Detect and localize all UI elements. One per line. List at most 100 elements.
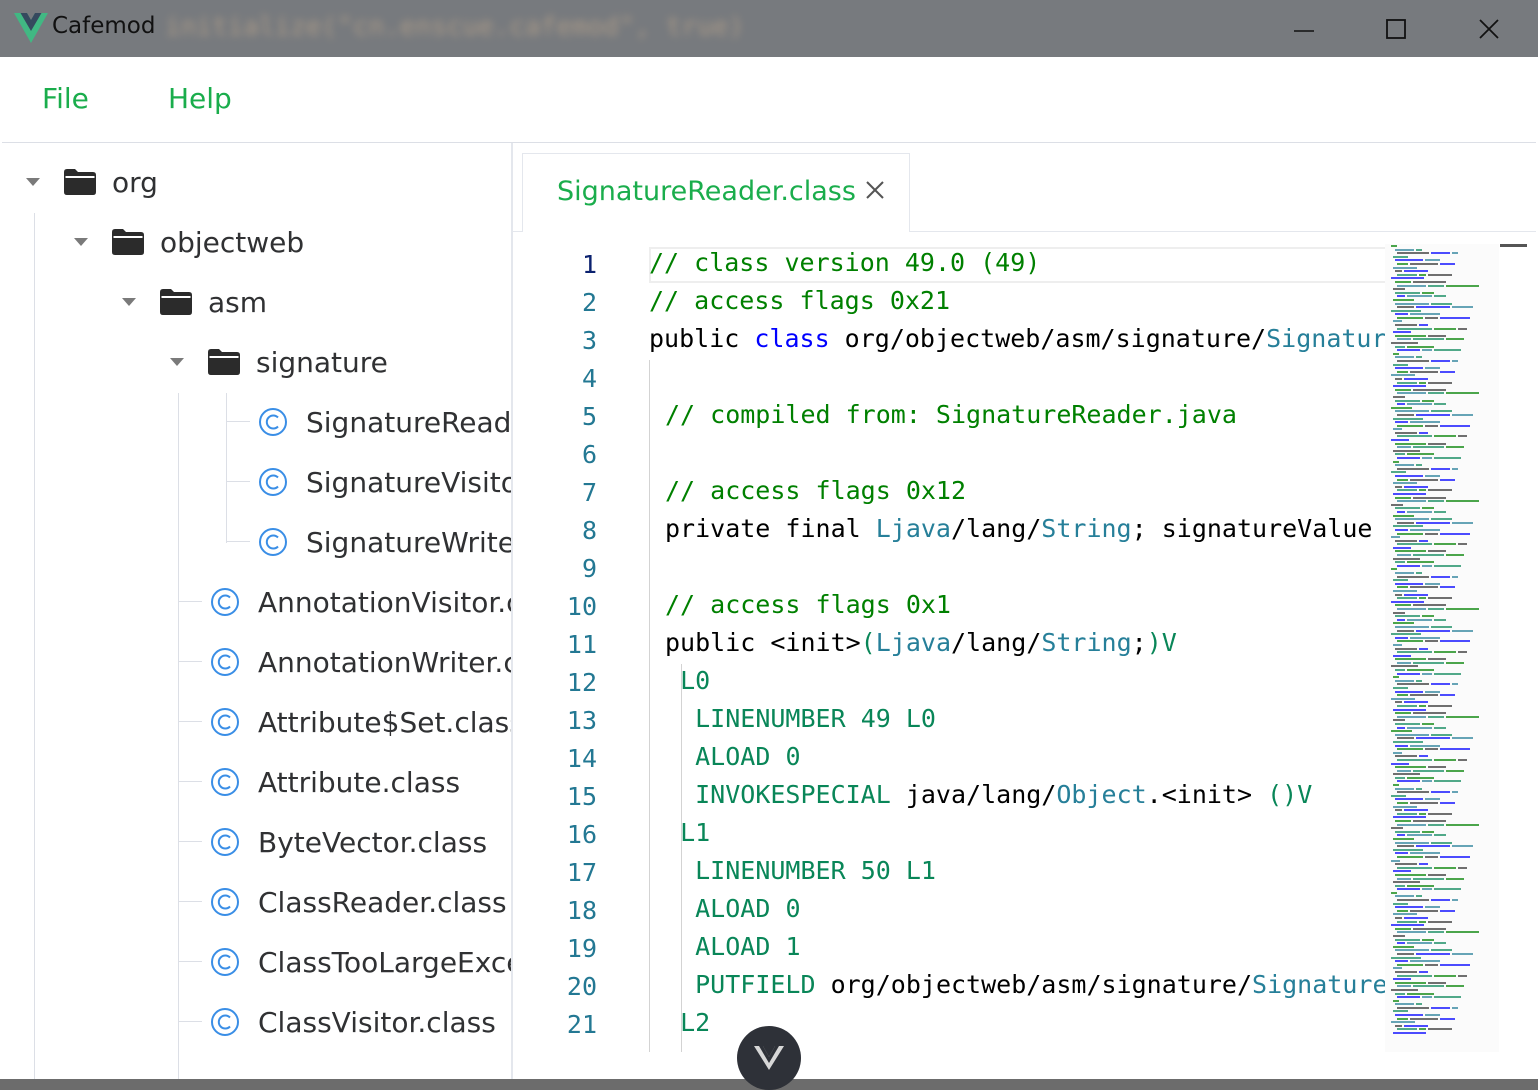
minimap-segment: [1397, 262, 1408, 265]
tree-guide-line: [226, 393, 227, 543]
minimap-segment: [1395, 809, 1402, 812]
close-button[interactable]: [1443, 0, 1535, 57]
tree-file[interactable]: ClassVisitor.class: [210, 997, 496, 1047]
minimap-segment: [1458, 543, 1467, 546]
tree-label: Attribute$Set.class: [258, 705, 513, 739]
tree-file[interactable]: SignatureReader.class: [258, 397, 512, 447]
minimap-segment: [1413, 877, 1444, 880]
tree-file[interactable]: SignatureWriter.class: [258, 517, 511, 567]
maximize-button[interactable]: [1350, 0, 1442, 57]
minimap-segment: [1397, 467, 1429, 470]
code-line: PUTFIELD org/objectweb/asm/signature/Sig…: [695, 970, 1385, 999]
minimap-segment: [1397, 413, 1414, 416]
folder-icon: [64, 169, 96, 195]
code-line: // access flags 0x1: [665, 590, 951, 619]
menu-help[interactable]: Help: [168, 82, 232, 115]
minimap-segment: [1397, 478, 1408, 481]
minimap-segment: [1397, 575, 1429, 578]
title-bar[interactable]: initialize("cn.enscue.cafemod", true) Ca…: [0, 0, 1538, 57]
minimap-segment: [1395, 367, 1423, 370]
caret-down-icon[interactable]: [26, 178, 40, 186]
tree-folder-org[interactable]: org: [26, 157, 158, 207]
minimap-segment: [1395, 755, 1417, 758]
tree-file[interactable]: Attribute.class: [210, 757, 460, 807]
minimap-segment: [1416, 845, 1450, 848]
minimap-segment: [1419, 755, 1428, 758]
minimap-segment: [1397, 877, 1411, 880]
minimap-segment: [1395, 776, 1405, 779]
minimap-segment: [1397, 370, 1408, 373]
tree-file[interactable]: ClassTooLargeException.class: [210, 937, 511, 987]
tree-file[interactable]: ClassReader.class: [210, 877, 507, 927]
minimap-segment: [1419, 647, 1428, 650]
close-icon: [1479, 18, 1499, 39]
minimap-segment: [1397, 715, 1426, 718]
minimap-segment: [1391, 988, 1418, 991]
minimap-segment: [1434, 651, 1456, 654]
minimap-segment: [1419, 324, 1428, 327]
minimap-segment: [1397, 273, 1417, 276]
tree-file[interactable]: ByteVector.class: [210, 817, 487, 867]
minimap-segment: [1393, 643, 1402, 646]
tree-folder-asm[interactable]: asm: [122, 277, 267, 327]
vue-devtools-button[interactable]: [737, 1026, 801, 1090]
caret-down-icon[interactable]: [170, 358, 184, 366]
caret-down-icon[interactable]: [122, 298, 136, 306]
minimap-segment: [1407, 453, 1434, 456]
minimap-segment: [1397, 543, 1432, 546]
minimap-segment: [1395, 820, 1411, 822]
minimap-segment: [1397, 1006, 1429, 1009]
minimap-segment: [1397, 435, 1432, 438]
minimap-segment: [1395, 690, 1423, 693]
minimap-segment: [1425, 963, 1438, 966]
caret-down-icon[interactable]: [74, 238, 88, 246]
minimap[interactable]: [1385, 244, 1499, 1052]
minimap-segment: [1395, 410, 1429, 413]
minimap-segment: [1397, 338, 1411, 341]
tree-label: org: [112, 165, 158, 199]
minimap-segment: [1431, 360, 1450, 362]
minimap-segment: [1397, 899, 1429, 902]
code-line: LINENUMBER 50 L1: [695, 856, 936, 885]
minimap-segment: [1404, 701, 1428, 704]
minimap-segment: [1395, 561, 1405, 564]
tree-file[interactable]: AnnotationVisitor.class: [210, 577, 511, 627]
minimap-segment: [1397, 607, 1426, 610]
minimap-segment: [1391, 1021, 1415, 1024]
minimap-segment: [1393, 902, 1408, 905]
minimap-segment: [1391, 794, 1406, 797]
menu-file[interactable]: File: [42, 82, 89, 115]
minimap-segment: [1391, 406, 1412, 409]
minimap-segment: [1407, 726, 1432, 729]
class-file-icon: [259, 528, 287, 556]
minimap-segment: [1393, 999, 1399, 1002]
minimap-segment: [1428, 658, 1446, 661]
class-file-icon: [211, 888, 239, 916]
code-editor[interactable]: 1 2 3 4 5 6 7 8 9 10 11 12 13 14 15 16 1…: [513, 232, 1536, 1052]
tree-file[interactable]: SignatureVisitor.class: [258, 457, 511, 507]
scrollbar-indicator[interactable]: [1500, 244, 1527, 247]
tree-file[interactable]: Attribute$Set.class: [210, 697, 513, 747]
tab-signaturereader[interactable]: SignatureReader.class: [522, 153, 910, 233]
minimap-segment: [1425, 1014, 1440, 1017]
minimap-segment: [1397, 823, 1426, 826]
tree-folder-signature[interactable]: signature: [170, 337, 388, 387]
minimap-segment: [1397, 737, 1414, 740]
minimap-segment: [1416, 521, 1450, 524]
tree-file[interactable]: AnnotationWriter.class: [210, 637, 511, 687]
minimap-segment: [1413, 604, 1446, 607]
minimap-segment: [1393, 331, 1411, 334]
minimap-segment: [1393, 492, 1426, 495]
tree-label: SignatureReader.class: [306, 405, 512, 439]
minimap-segment: [1397, 694, 1408, 697]
minimap-segment: [1425, 532, 1438, 535]
minimap-segment: [1425, 798, 1440, 801]
vue-devtools-icon: [754, 1046, 784, 1070]
editor-tab-bar: SignatureReader.class: [513, 143, 1536, 233]
minimap-segment: [1397, 1017, 1408, 1020]
tab-close-icon[interactable]: [863, 178, 887, 202]
minimize-button[interactable]: [1258, 0, 1350, 57]
code-line: private final Ljava/lang/String; signatu…: [665, 514, 1373, 543]
minimap-segment: [1440, 586, 1455, 589]
tree-folder-objectweb[interactable]: objectweb: [74, 217, 304, 267]
